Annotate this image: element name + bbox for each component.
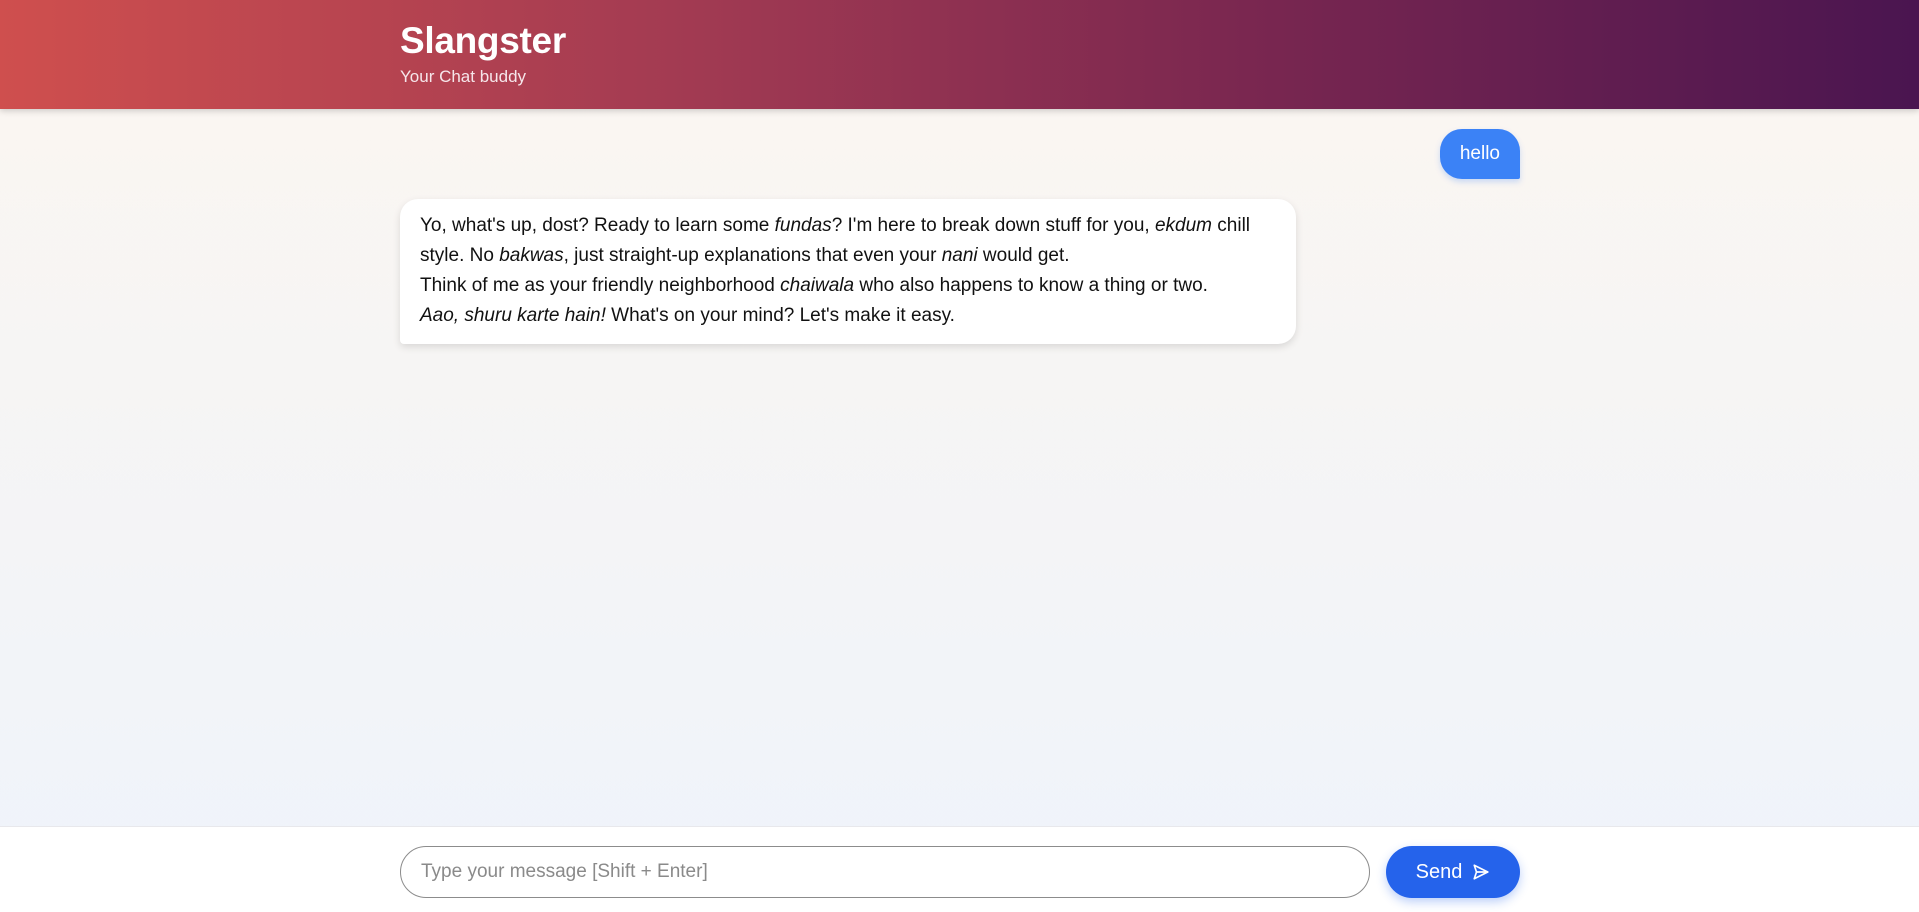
bot-emphasis: Aao, shuru karte hain!: [420, 305, 606, 326]
bot-text: What's on your mind? Let's make it easy.: [605, 305, 955, 326]
bot-message-bubble: Yo, what's up, dost? Ready to learn some…: [400, 199, 1296, 344]
user-message-text: hello: [1459, 143, 1500, 164]
bot-message-paragraph-3: Aao, shuru karte hain! What's on your mi…: [420, 301, 1276, 331]
send-arrow-icon: [1472, 863, 1490, 881]
composer-bar: Send: [0, 826, 1919, 912]
bot-text: Think of me as your friendly neighborhoo…: [420, 275, 781, 296]
bot-text: Yo, what's up, dost? Ready to learn some: [420, 215, 775, 236]
bot-message-paragraph-1: Yo, what's up, dost? Ready to learn some…: [420, 211, 1276, 271]
bot-emphasis: fundas: [774, 215, 832, 236]
send-button-label: Send: [1415, 860, 1463, 883]
message-input[interactable]: [400, 846, 1370, 898]
user-message-bubble: hello: [1439, 129, 1520, 179]
app-subtitle: Your Chat buddy: [400, 67, 527, 86]
bot-text: who also happens to know a thing or two.: [854, 275, 1208, 296]
bot-message-paragraph-2: Think of me as your friendly neighborhoo…: [420, 271, 1276, 301]
bot-emphasis: ekdum: [1154, 215, 1212, 236]
app-header: Slangster Your Chat buddy: [0, 0, 1919, 109]
bot-text: would get.: [977, 245, 1070, 266]
bot-text: , just straight-up explanations that eve…: [563, 245, 942, 266]
send-button[interactable]: Send: [1386, 846, 1520, 898]
bot-emphasis: chaiwala: [780, 275, 855, 296]
bot-text: ? I'm here to break down stuff for you,: [831, 215, 1155, 236]
app-title: Slangster: [400, 20, 566, 61]
bot-emphasis: bakwas: [499, 245, 564, 266]
bot-emphasis: nani: [941, 245, 978, 266]
